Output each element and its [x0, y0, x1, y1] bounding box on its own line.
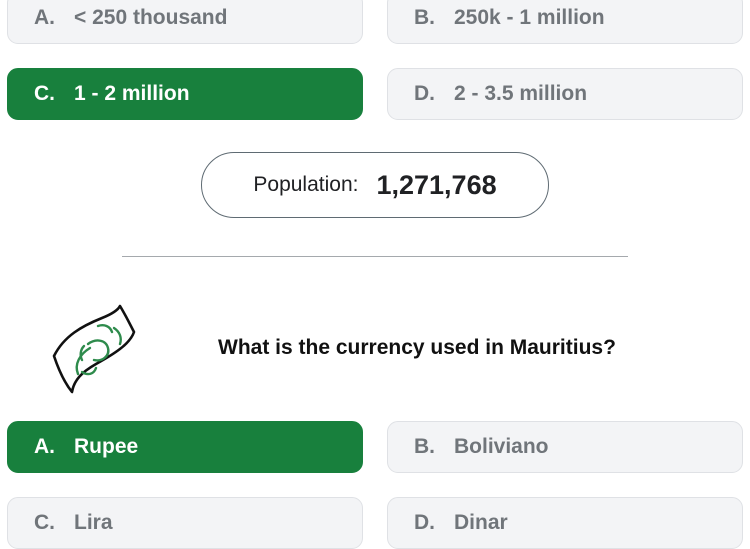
option-text: 2 - 3.5 million: [454, 82, 588, 105]
option-text: Dinar: [454, 511, 508, 534]
currency-option-d[interactable]: D. Dinar: [387, 497, 743, 549]
option-letter: B.: [414, 6, 435, 29]
banknote-icon: [52, 304, 136, 394]
option-letter: D.: [414, 82, 435, 105]
currency-option-b[interactable]: B. Boliviano: [387, 421, 743, 473]
option-text: < 250 thousand: [74, 6, 228, 29]
option-letter: B.: [414, 435, 435, 458]
currency-option-c[interactable]: C. Lira: [7, 497, 363, 549]
option-text: 250k - 1 million: [454, 6, 605, 29]
population-option-c[interactable]: C. 1 - 2 million: [7, 68, 363, 120]
currency-option-a[interactable]: A. Rupee: [7, 421, 363, 473]
option-letter: A.: [34, 435, 55, 458]
population-value: 1,271,768: [376, 169, 497, 200]
option-text: Lira: [74, 511, 113, 534]
option-text: 1 - 2 million: [74, 82, 190, 105]
population-option-a[interactable]: A. < 250 thousand: [7, 0, 363, 44]
option-letter: A.: [34, 6, 55, 29]
option-letter: C.: [34, 511, 55, 534]
population-label: Population:: [253, 173, 359, 196]
currency-question-text: What is the currency used in Mauritius?: [218, 336, 616, 359]
section-divider: [122, 256, 628, 257]
population-option-d[interactable]: D. 2 - 3.5 million: [387, 68, 743, 120]
option-text: Boliviano: [454, 435, 549, 458]
option-letter: D.: [414, 511, 435, 534]
population-result: Population: 1,271,768: [201, 152, 549, 218]
option-text: Rupee: [74, 435, 139, 458]
population-option-b[interactable]: B. 250k - 1 million: [387, 0, 743, 44]
option-letter: C.: [34, 82, 55, 105]
